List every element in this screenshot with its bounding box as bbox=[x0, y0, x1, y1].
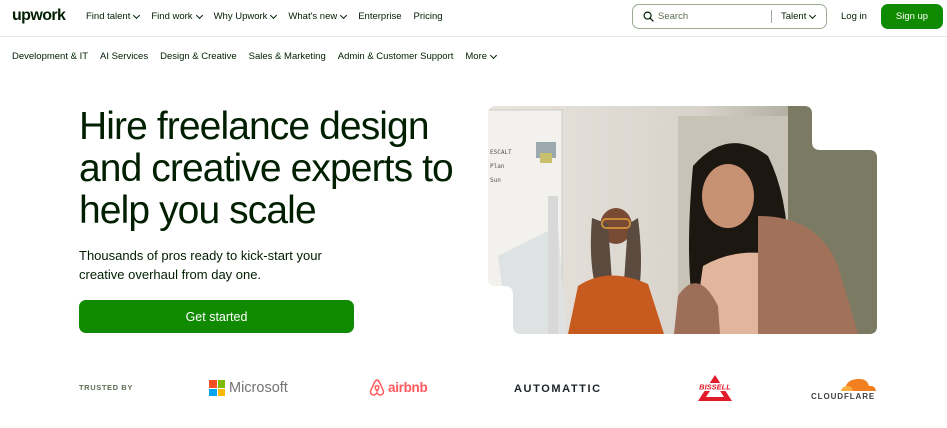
automattic-logo: AUTOMATTIC bbox=[514, 383, 602, 395]
nav-whats-new[interactable]: What's new bbox=[288, 11, 348, 22]
chevron-down-icon bbox=[195, 11, 203, 19]
category-development-it[interactable]: Development & IT bbox=[12, 51, 88, 62]
nav-why-upwork[interactable]: Why Upwork bbox=[213, 11, 278, 22]
cloudflare-wordmark: CLOUDFLARE bbox=[811, 392, 876, 401]
airbnb-wordmark: airbnb bbox=[388, 380, 428, 395]
svg-text:Sun: Sun bbox=[490, 177, 501, 184]
chevron-down-icon bbox=[490, 51, 498, 59]
search-divider bbox=[771, 10, 772, 23]
trusted-by-label: TRUSTED BY bbox=[79, 383, 133, 392]
nav-label: Enterprise bbox=[358, 11, 402, 22]
nav-label: Why Upwork bbox=[213, 11, 268, 22]
chevron-down-icon bbox=[809, 11, 817, 19]
chevron-down-icon bbox=[340, 11, 348, 19]
nav-find-talent[interactable]: Find talent bbox=[86, 11, 141, 22]
airbnb-logo: airbnb bbox=[369, 379, 428, 396]
category-admin-support[interactable]: Admin & Customer Support bbox=[338, 51, 454, 62]
nav-find-work[interactable]: Find work bbox=[151, 11, 203, 22]
bissell-logo: BISSELL bbox=[697, 375, 733, 401]
hero-title: Hire freelance design and creative exper… bbox=[79, 105, 454, 232]
category-ai-services[interactable]: AI Services bbox=[100, 51, 148, 62]
search-input[interactable] bbox=[658, 9, 773, 24]
svg-text:Plan: Plan bbox=[490, 163, 505, 170]
search-scope-dropdown[interactable]: Talent bbox=[781, 11, 817, 22]
nav-enterprise[interactable]: Enterprise bbox=[358, 11, 401, 22]
primary-nav: Find talent Find work Why Upwork What's … bbox=[86, 11, 455, 22]
microsoft-grid-icon bbox=[209, 380, 225, 396]
airbnb-belo-icon bbox=[369, 379, 385, 396]
category-nav: Development & IT AI Services Design & Cr… bbox=[12, 51, 508, 62]
hero-photo: ESCALT Plan Sun bbox=[488, 106, 877, 334]
cloud-icon bbox=[841, 378, 876, 391]
microsoft-wordmark: Microsoft bbox=[229, 380, 288, 396]
signup-button[interactable]: Sign up bbox=[881, 4, 943, 29]
category-design-creative[interactable]: Design & Creative bbox=[160, 51, 237, 62]
more-label: More bbox=[465, 51, 488, 62]
category-sales-marketing[interactable]: Sales & Marketing bbox=[249, 51, 326, 62]
category-more[interactable]: More bbox=[465, 51, 498, 62]
nav-label: Find talent bbox=[86, 11, 131, 22]
nav-label: Find work bbox=[151, 11, 193, 22]
nav-pricing[interactable]: Pricing bbox=[414, 11, 443, 22]
get-started-button[interactable]: Get started bbox=[79, 300, 354, 333]
microsoft-logo: Microsoft bbox=[209, 380, 288, 396]
nav-label: Pricing bbox=[413, 11, 443, 22]
search-icon[interactable] bbox=[643, 11, 654, 22]
login-link[interactable]: Log in bbox=[841, 11, 867, 22]
upwork-logo[interactable]: upwork bbox=[12, 7, 66, 25]
svg-text:ESCALT: ESCALT bbox=[490, 149, 512, 156]
cloudflare-logo: CLOUDFLARE bbox=[811, 376, 877, 402]
hero-subtitle: Thousands of pros ready to kick-start yo… bbox=[79, 248, 322, 282]
chevron-down-icon bbox=[270, 11, 278, 19]
search-bar: Talent bbox=[632, 4, 827, 29]
nav-label: What's new bbox=[288, 11, 338, 22]
chevron-down-icon bbox=[133, 11, 141, 19]
bissell-wordmark: BISSELL bbox=[699, 383, 731, 392]
top-nav: upwork Find talent Find work Why Upwork … bbox=[0, 0, 947, 37]
search-scope-label: Talent bbox=[781, 11, 807, 22]
